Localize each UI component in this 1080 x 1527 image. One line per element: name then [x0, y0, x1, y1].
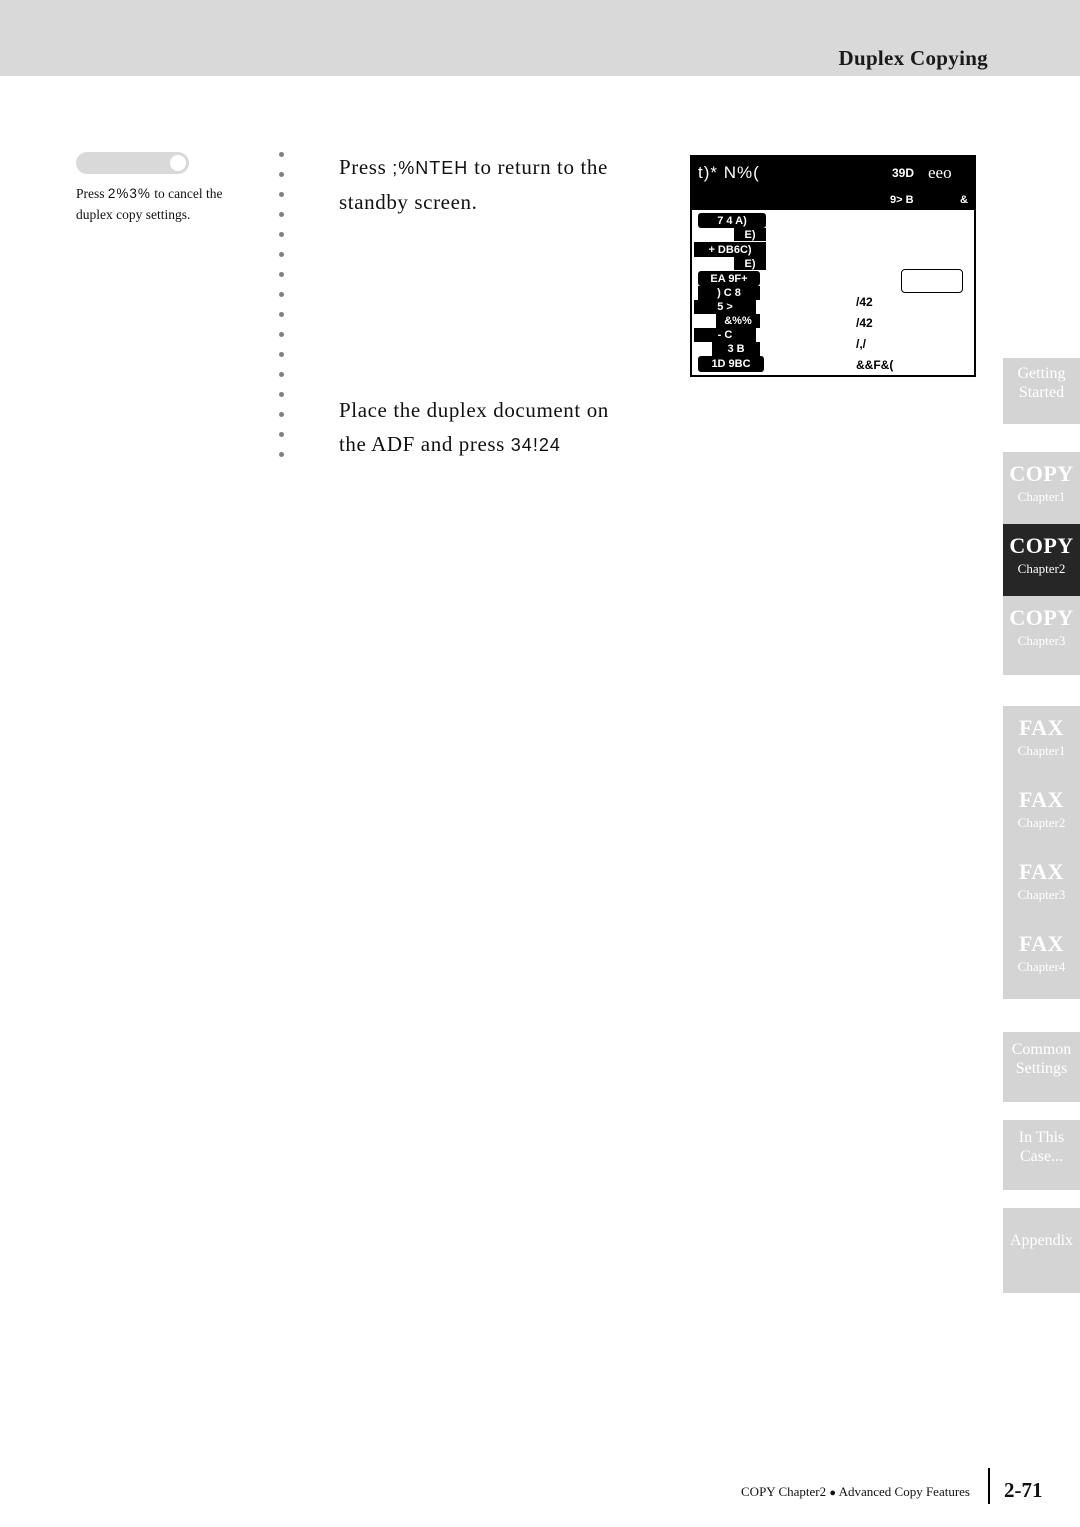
- tab-fax-chapter2-sub: Chapter2: [1017, 815, 1066, 830]
- tab-fax-chapter3-sub: Chapter3: [1017, 887, 1066, 902]
- lcd-button-7[interactable]: 5 >: [694, 300, 756, 314]
- lcd-button-4[interactable]: E): [734, 257, 766, 270]
- step2-line2-prefix: the ADF and press: [339, 432, 505, 456]
- lcd-button-11[interactable]: 1D 9BC: [698, 356, 764, 372]
- tab-copy-chapter1-title: COPY: [1009, 461, 1074, 486]
- tab-fax-chapter3[interactable]: FAX Chapter3: [1003, 850, 1080, 927]
- tab-getting-started-line1: Getting: [1017, 365, 1066, 382]
- lcd-panel-illustration: t)* N%( 39D eeo 9> B & 7 4 A) E) + DB6C)…: [690, 155, 976, 377]
- note-pill-knob: [170, 155, 186, 171]
- tab-fax-chapter4[interactable]: FAX Chapter4: [1003, 922, 1080, 999]
- tab-copy-chapter3[interactable]: COPY Chapter3: [1003, 596, 1080, 675]
- tab-getting-started-line2: Started: [1018, 384, 1065, 401]
- lcd-subtitle-left: 9> B: [890, 194, 914, 206]
- tab-common-settings[interactable]: Common Settings: [1003, 1032, 1080, 1102]
- tab-fax-chapter4-title: FAX: [1018, 931, 1065, 956]
- tab-fax-chapter2[interactable]: FAX Chapter2: [1003, 778, 1080, 855]
- instruction-step-2: Place the duplex document on the ADF and…: [339, 393, 679, 462]
- step2-line1: Place the duplex document on: [339, 398, 609, 422]
- note-pill-graphic: [76, 152, 189, 174]
- lcd-button-1[interactable]: 7 4 A): [698, 213, 766, 228]
- tab-fax-chapter1-title: FAX: [1018, 715, 1065, 740]
- tab-copy-chapter2[interactable]: COPY Chapter2: [1003, 524, 1080, 603]
- lcd-subtitle-right: &: [960, 194, 968, 206]
- tab-copy-chapter1-sub: Chapter1: [1017, 489, 1066, 504]
- footer-section: Advanced Copy Features: [838, 1484, 970, 1499]
- lcd-button-2[interactable]: E): [734, 228, 766, 241]
- lcd-title-left: t)* N%(: [698, 163, 760, 182]
- lcd-value-1: /42: [856, 295, 873, 309]
- lcd-button-5[interactable]: EA 9F+: [698, 271, 760, 286]
- tab-appendix-title: Appendix: [1009, 1232, 1074, 1249]
- lcd-title-right: eeo: [928, 163, 952, 182]
- note-prefix: Press: [76, 186, 105, 201]
- lcd-value-3: /,/: [856, 337, 867, 351]
- page-number: 2-71: [1004, 1478, 1043, 1502]
- margin-note: Press 2%3% to cancel the duplex copy set…: [76, 183, 276, 225]
- note-suffix: to cancel the: [154, 186, 223, 201]
- step1-key-symbols: ;%NTEH: [392, 158, 469, 178]
- lcd-title-mid: 39D: [892, 166, 915, 180]
- tab-common-settings-line2: Settings: [1015, 1060, 1068, 1077]
- step1-middle: to return to the: [474, 155, 608, 179]
- tab-copy-chapter3-title: COPY: [1009, 605, 1074, 630]
- tab-fax-chapter3-title: FAX: [1018, 859, 1065, 884]
- lcd-subtitle-bar: 9> B &: [692, 193, 974, 210]
- lcd-value-4: &&F&(: [856, 358, 894, 372]
- instruction-step-1: Press ;%NTEH to return to the standby sc…: [339, 150, 669, 219]
- lcd-title-bar: t)* N%( 39D eeo: [692, 157, 974, 193]
- lcd-value-2: /42: [856, 316, 873, 330]
- lcd-button-9[interactable]: - C: [694, 328, 756, 342]
- tab-fax-chapter2-title: FAX: [1018, 787, 1065, 812]
- note-line2: duplex copy settings.: [76, 207, 191, 222]
- tab-copy-chapter3-sub: Chapter3: [1017, 633, 1066, 648]
- tab-copy-chapter1[interactable]: COPY Chapter1: [1003, 452, 1080, 531]
- footer-caption: COPY Chapter2 ● Advanced Copy Features: [741, 1484, 970, 1500]
- tab-in-this-case[interactable]: In This Case...: [1003, 1120, 1080, 1190]
- dotted-separator: [279, 152, 287, 462]
- tab-in-this-case-line1: In This: [1018, 1129, 1065, 1146]
- tab-in-this-case-line2: Case...: [1019, 1148, 1064, 1165]
- tab-copy-chapter2-sub: Chapter2: [1017, 561, 1066, 576]
- tab-fax-chapter4-sub: Chapter4: [1017, 959, 1066, 974]
- footer-bullet-icon: ●: [829, 1487, 837, 1499]
- tab-fax-chapter1-sub: Chapter1: [1017, 743, 1066, 758]
- tab-common-settings-line1: Common: [1011, 1041, 1072, 1058]
- footer-chapter: COPY Chapter2: [741, 1484, 827, 1499]
- tab-fax-chapter1[interactable]: FAX Chapter1: [1003, 706, 1080, 783]
- tab-getting-started[interactable]: Getting Started: [1003, 358, 1080, 424]
- lcd-highlight-box: [901, 269, 963, 293]
- footer-divider: [988, 1468, 990, 1504]
- note-key-symbols: 2%3%: [107, 186, 151, 201]
- lcd-button-8[interactable]: &%%: [716, 314, 760, 328]
- step1-prefix: Press: [339, 155, 387, 179]
- step1-suffix: standby screen.: [339, 190, 478, 214]
- tab-copy-chapter2-title: COPY: [1009, 533, 1074, 558]
- tab-appendix[interactable]: Appendix: [1003, 1208, 1080, 1293]
- page-title: Duplex Copying: [838, 46, 988, 70]
- lcd-button-6[interactable]: ) C 8: [698, 286, 760, 300]
- lcd-button-10[interactable]: 3 B: [712, 342, 760, 356]
- step2-key-symbols: 34!24: [510, 435, 561, 455]
- lcd-button-3[interactable]: + DB6C): [694, 242, 766, 257]
